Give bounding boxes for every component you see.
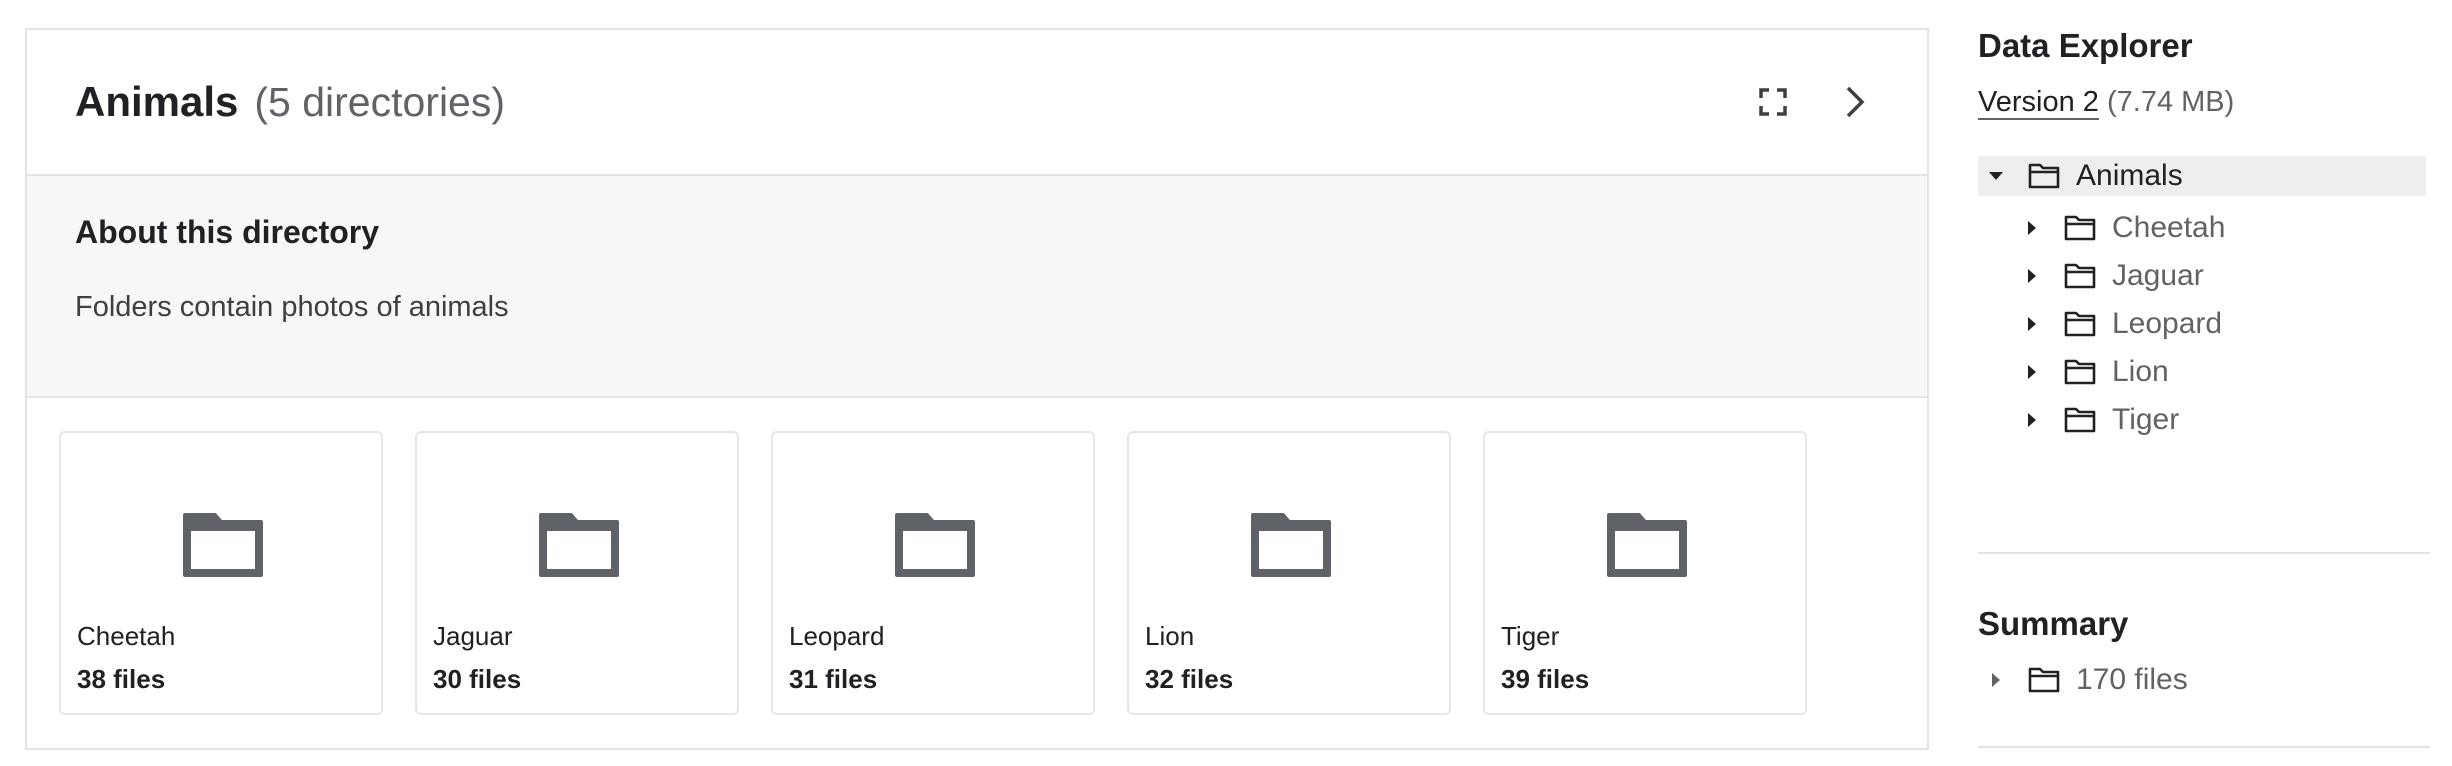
- card-file-count: 30 files: [433, 664, 522, 694]
- caret-right-icon[interactable]: [2014, 400, 2050, 440]
- folder-icon: [2062, 208, 2098, 248]
- card-name: Cheetah: [77, 621, 176, 651]
- card-file-count: 32 files: [1145, 664, 1234, 694]
- directory-cards: Cheetah 38 files Jaguar 30 files Leopard…: [27, 398, 1927, 750]
- folder-icon: [2026, 156, 2062, 196]
- folder-icon: [2062, 400, 2098, 440]
- directory-card-cheetah[interactable]: Cheetah 38 files: [59, 431, 383, 715]
- fullscreen-button[interactable]: [1749, 78, 1797, 126]
- tree-item-label: Lion: [2112, 355, 2169, 388]
- tree-item-animals[interactable]: Animals: [1978, 156, 2426, 196]
- fullscreen-icon: [1759, 88, 1787, 116]
- folder-icon: [539, 513, 619, 577]
- tree-item-label: Leopard: [2112, 307, 2223, 340]
- summary-files-label: 170 files: [2076, 663, 2188, 696]
- about-description: Folders contain photos of animals: [75, 291, 509, 323]
- caret-down-icon[interactable]: [1978, 156, 2014, 196]
- data-explorer-title: Data Explorer: [1978, 27, 2193, 64]
- folder-icon: [2062, 256, 2098, 296]
- tree-item-leopard[interactable]: Leopard: [1978, 300, 2426, 348]
- card-file-count: 39 files: [1501, 664, 1590, 694]
- version-size: (7.74 MB): [2106, 86, 2235, 118]
- tree-item-cheetah[interactable]: Cheetah: [1978, 204, 2426, 252]
- tree-item-label: Cheetah: [2112, 211, 2226, 244]
- directory-card-jaguar[interactable]: Jaguar 30 files: [415, 431, 739, 715]
- card-name: Lion: [1145, 621, 1195, 651]
- sidebar-divider: [1978, 552, 2430, 554]
- directory-card-lion[interactable]: Lion 32 files: [1127, 431, 1451, 715]
- caret-right-icon[interactable]: [2014, 256, 2050, 296]
- folder-icon: [1251, 513, 1331, 577]
- tree-item-jaguar[interactable]: Jaguar: [1978, 252, 2426, 300]
- tree-item-label: Tiger: [2112, 403, 2180, 436]
- card-name: Jaguar: [433, 621, 513, 651]
- header-actions: [1749, 78, 1879, 126]
- data-explorer-sidebar: Data Explorer Version 2 (7.74 MB) Animal…: [1978, 0, 2436, 766]
- tree-item-label: Animals: [2076, 159, 2183, 192]
- directory-count: (5 directories): [254, 78, 506, 125]
- about-section: About this directory Folders contain pho…: [27, 176, 1927, 398]
- folder-icon: [2026, 660, 2062, 700]
- caret-right-icon[interactable]: [1978, 660, 2014, 700]
- summary-files-row[interactable]: 170 files: [1978, 656, 2426, 704]
- panel-header: Animals (5 directories): [27, 30, 1927, 176]
- folder-icon: [2062, 352, 2098, 392]
- summary-files: 170 files: [1978, 656, 2426, 704]
- folder-icon: [183, 513, 263, 577]
- folder-icon: [895, 513, 975, 577]
- chevron-right-icon: [1846, 86, 1865, 118]
- directory-panel: Animals (5 directories) About this direc…: [25, 28, 1929, 750]
- version-link[interactable]: Version 2: [1978, 86, 2099, 120]
- version-info: Version 2 (7.74 MB): [1978, 86, 2235, 120]
- card-file-count: 31 files: [789, 664, 878, 694]
- directory-card-leopard[interactable]: Leopard 31 files: [771, 431, 1095, 715]
- sidebar-divider: [1978, 746, 2430, 748]
- about-heading: About this directory: [75, 214, 380, 250]
- caret-right-icon[interactable]: [2014, 352, 2050, 392]
- file-tree: Animals Cheetah Jaguar Leopard Lion Tige…: [1978, 156, 2426, 444]
- next-button[interactable]: [1831, 78, 1879, 126]
- caret-right-icon[interactable]: [2014, 208, 2050, 248]
- folder-icon: [1607, 513, 1687, 577]
- folder-icon: [2062, 304, 2098, 344]
- summary-title: Summary: [1978, 605, 2129, 642]
- caret-right-icon[interactable]: [2014, 304, 2050, 344]
- card-name: Leopard: [789, 621, 885, 651]
- tree-item-tiger[interactable]: Tiger: [1978, 396, 2426, 444]
- card-name: Tiger: [1501, 621, 1560, 651]
- directory-title: Animals: [75, 78, 239, 125]
- card-file-count: 38 files: [77, 664, 166, 694]
- directory-card-tiger[interactable]: Tiger 39 files: [1483, 431, 1807, 715]
- tree-item-lion[interactable]: Lion: [1978, 348, 2426, 396]
- tree-item-label: Jaguar: [2112, 259, 2204, 292]
